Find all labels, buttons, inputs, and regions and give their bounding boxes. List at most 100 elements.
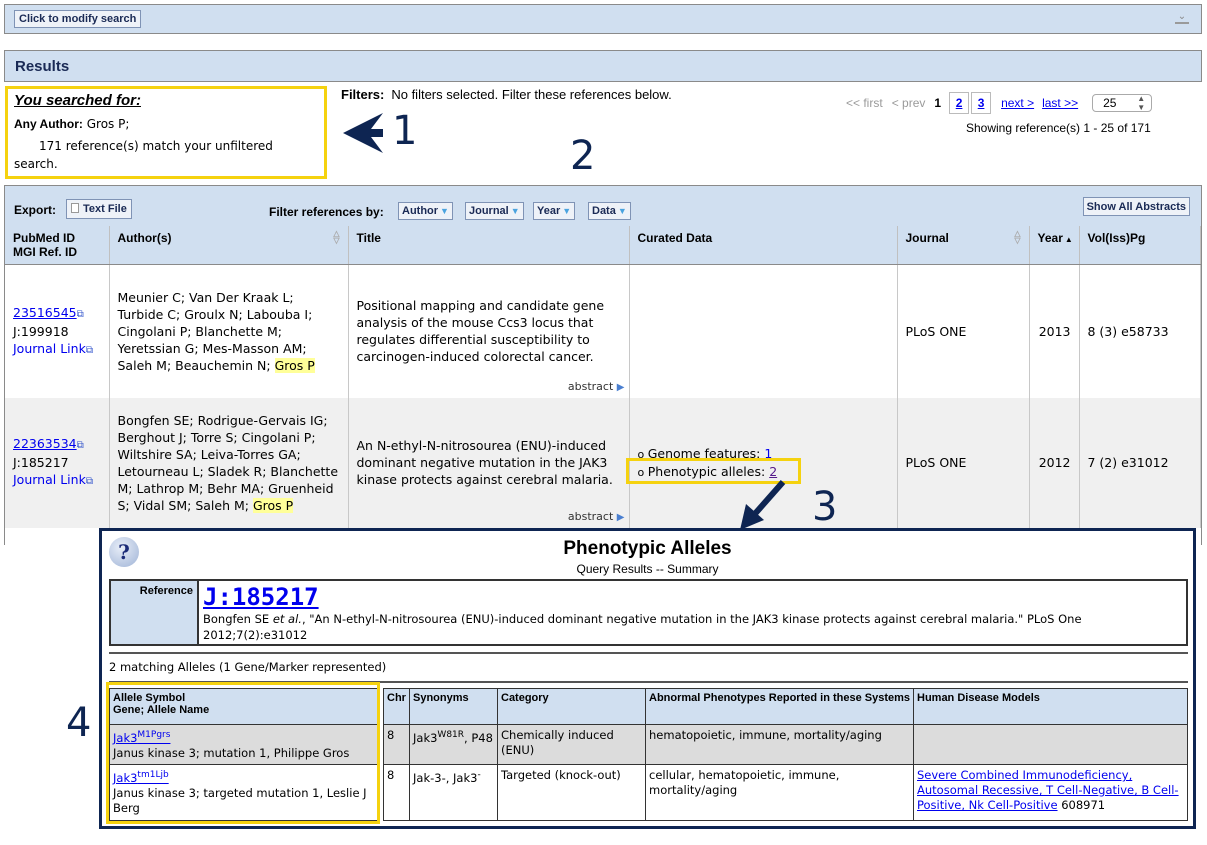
filter-author-label: Author xyxy=(402,205,439,217)
header-phenotypes: Abnormal Phenotypes Reported in these Sy… xyxy=(645,688,914,725)
allele-symbol-link[interactable]: Jak3tm1Ljb xyxy=(113,770,169,785)
pager-page-2[interactable]: 2 xyxy=(949,92,970,114)
triangle-right-icon: ▶ xyxy=(616,511,625,523)
annotation-number-3: 3 xyxy=(812,484,838,530)
journal-link[interactable]: Journal Link xyxy=(13,341,86,356)
pubmed-link[interactable]: 22363534 xyxy=(13,436,77,451)
curated-item-phenotypic-alleles: Phenotypic alleles: 2 xyxy=(638,463,889,481)
allele-row: Jak3M1Pgrs Janus kinase 3; mutation 1, Ph… xyxy=(109,724,1188,765)
curated-data-list: Genome features: 1 Phenotypic alleles: 2 xyxy=(638,445,889,481)
criteria-value: Gros P; xyxy=(86,117,130,131)
showing-range: Showing reference(s) 1 - 25 of 171 xyxy=(966,121,1151,135)
reference-label: Reference xyxy=(111,581,199,644)
collapse-chevron-icon[interactable]: ⌄ xyxy=(1175,12,1189,24)
external-link-icon: ⧉ xyxy=(76,440,84,451)
pager-next[interactable]: next > xyxy=(1001,96,1034,110)
chr-cell: 8 xyxy=(383,764,410,821)
phenotypes-cell: cellular, hematopoietic, immune, mortali… xyxy=(645,764,914,821)
funnel-icon: ▼ xyxy=(510,206,520,216)
allele-symbol-cell: Jak3tm1Ljb Janus kinase 3; targeted mutat… xyxy=(109,764,378,821)
modify-search-button[interactable]: Click to modify search xyxy=(14,10,142,28)
header-authors[interactable]: Author(s) △ ▽ xyxy=(109,226,349,265)
reference-content: J:185217 Bongfen SE et al., "An N-ethyl-… xyxy=(199,581,1186,644)
filter-journal-label: Journal xyxy=(469,205,509,217)
annotation-number-1: 1 xyxy=(392,108,418,154)
filter-year-button[interactable]: Year ▼ xyxy=(533,202,576,220)
header-title: Title xyxy=(348,226,630,265)
header-journal[interactable]: Journal △ ▽ xyxy=(897,226,1030,265)
header-category: Category xyxy=(497,688,646,725)
modify-search-bar: Click to modify search ⌄ xyxy=(4,4,1202,34)
header-volume: Vol(Iss)Pg xyxy=(1079,226,1201,265)
table-row: 23516545⧉ J:199918 Journal Link⧉ Meunier… xyxy=(5,264,1201,398)
filter-journal-button[interactable]: Journal ▼ xyxy=(465,202,524,220)
curated-item-genome-features: Genome features: 1 xyxy=(638,445,889,463)
result-count: 171 reference(s) match your unfiltered s… xyxy=(14,139,273,171)
omim-id: 608971 xyxy=(1061,798,1106,812)
export-text-file-button[interactable]: Text File xyxy=(66,199,132,219)
popup-title: Phenotypic Alleles xyxy=(563,538,732,559)
header-year[interactable]: Year ▲ xyxy=(1029,226,1080,265)
curated-cell xyxy=(629,264,898,398)
pager-current-page: 1 xyxy=(934,96,942,110)
sort-updown-icon[interactable]: △ ▽ xyxy=(333,230,339,245)
filter-data-button[interactable]: Data ▼ xyxy=(588,202,631,220)
highlighted-author: Gros P xyxy=(274,357,315,373)
external-link-icon: ⧉ xyxy=(85,344,93,356)
external-link-icon: ⧉ xyxy=(76,308,84,320)
highlighted-author: Gros P xyxy=(252,497,294,513)
mgi-ref-id: J:185217 xyxy=(13,455,69,470)
reference-id-link[interactable]: J:185217 xyxy=(203,583,319,611)
pagination: << first < prev 1 2 3 next > last >> 25 … xyxy=(846,92,1153,114)
allele-symbol-link[interactable]: Jak3M1Pgrs xyxy=(113,730,170,745)
filter-year-label: Year xyxy=(537,205,561,217)
allele-name: Janus kinase 3; mutation 1, Philippe Gro… xyxy=(113,745,350,760)
pubmed-cell: 23516545⧉ J:199918 Journal Link⧉ xyxy=(5,264,110,398)
search-criteria: Any Author: Gros P; xyxy=(14,117,318,131)
criteria-label: Any Author: xyxy=(14,117,83,131)
funnel-icon: ▼ xyxy=(562,206,572,216)
annotation-arrow-1-icon xyxy=(343,113,383,153)
annotation-arrow-3-icon xyxy=(740,480,786,530)
pubmed-link[interactable]: 23516545 xyxy=(13,305,77,320)
results-title: Results xyxy=(15,58,70,75)
references-table-container: Export: Text File Filter references by: … xyxy=(4,185,1202,545)
header-chr: Chr xyxy=(383,688,410,725)
phenotypic-alleles-count-link[interactable]: 2 xyxy=(769,464,777,479)
filters-label: Filters: xyxy=(341,87,385,102)
genome-features-count-link[interactable]: 1 xyxy=(764,446,772,461)
year-cell: 2012 xyxy=(1029,397,1080,528)
journal-link[interactable]: Journal Link xyxy=(13,472,86,487)
pager-page-3[interactable]: 3 xyxy=(971,92,992,114)
authors-cell: Bongfen SE; Rodrigue-Gervais IG; Berghou… xyxy=(109,397,349,528)
filters-text: No filters selected. Filter these refere… xyxy=(391,87,672,102)
allele-symbol-cell: Jak3M1Pgrs Janus kinase 3; mutation 1, Ph… xyxy=(109,724,378,765)
header-synonyms: Synonyms xyxy=(409,688,498,725)
allele-row: Jak3tm1Ljb Janus kinase 3; targeted mutat… xyxy=(109,764,1188,821)
show-all-abstracts-button[interactable]: Show All Abstracts xyxy=(1082,197,1190,216)
synonyms-cell: Jak3W81R, P48 xyxy=(409,724,498,765)
category-cell: Chemically induced (ENU) xyxy=(497,724,646,765)
pager-last[interactable]: last >> xyxy=(1042,96,1078,110)
page-size-select[interactable]: 25 ▲ ▼ xyxy=(1092,94,1153,112)
pager-prev: < prev xyxy=(891,96,926,110)
chr-cell: 8 xyxy=(383,724,410,765)
references-table: PubMed ID MGI Ref. ID Author(s) △ ▽ Title C… xyxy=(5,226,1201,528)
external-link-icon: ⧉ xyxy=(85,476,93,487)
divider xyxy=(109,681,1188,683)
disease-model-link[interactable]: Severe Combined Immunodeficiency, Autoso… xyxy=(917,768,1179,812)
pager-first: << first xyxy=(846,96,883,110)
alleles-table: Allele Symbol Gene; Allele Name Chr Synon… xyxy=(109,688,1188,821)
search-summary-title: You searched for: xyxy=(14,92,141,109)
reference-box: Reference J:185217 Bongfen SE et al., "A… xyxy=(109,579,1188,646)
abstract-toggle[interactable]: abstract ▶ xyxy=(568,378,625,396)
divider xyxy=(109,652,1188,654)
document-icon xyxy=(71,203,79,213)
search-summary-box: You searched for: Any Author: Gros P; 17… xyxy=(5,86,327,179)
select-updown-icon: ▲ ▼ xyxy=(1137,94,1146,112)
filter-author-button[interactable]: Author ▼ xyxy=(398,202,453,220)
abstract-toggle[interactable]: abstract ▶ xyxy=(568,508,625,526)
disease-models-cell: Severe Combined Immunodeficiency, Autoso… xyxy=(913,764,1188,821)
table-row: 22363534⧉ J:185217 Journal Link⧉ Bongfen… xyxy=(5,397,1201,528)
sort-updown-icon[interactable]: △ ▽ xyxy=(1014,230,1020,245)
